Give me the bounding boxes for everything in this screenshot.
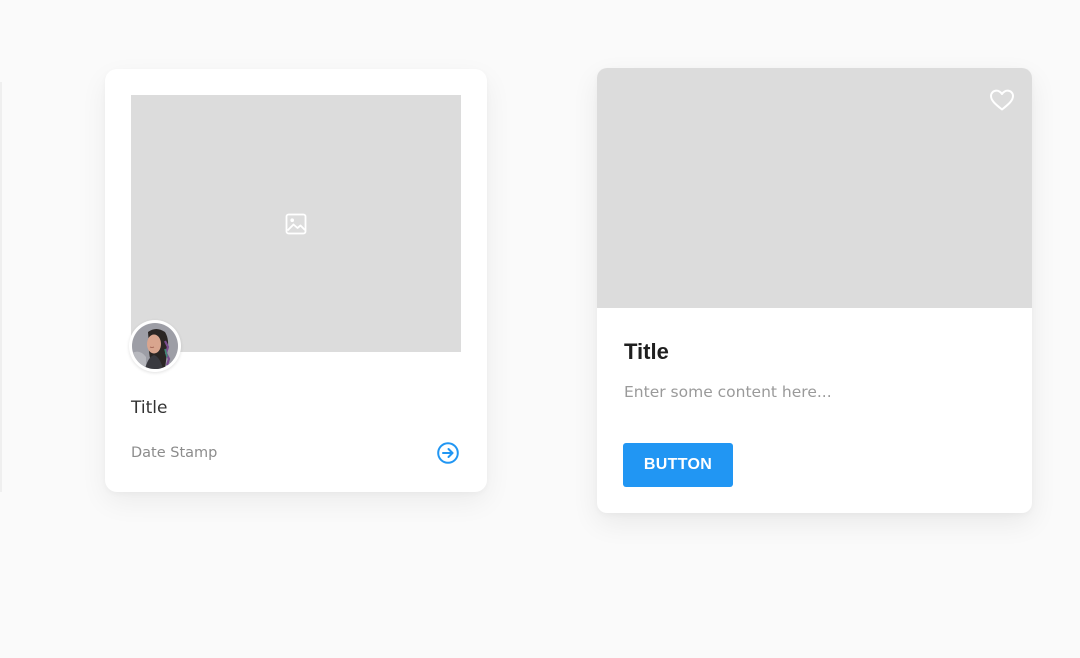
profile-card: Title Date Stamp — [105, 69, 487, 492]
offscreen-card-edge — [0, 82, 2, 492]
image-placeholder — [597, 68, 1032, 308]
card-content: Enter some content here... — [624, 383, 832, 401]
heart-icon[interactable] — [989, 88, 1015, 112]
card-title: Title — [624, 339, 669, 364]
content-card: Title Enter some content here... BUTTON — [597, 68, 1032, 513]
image-placeholder — [131, 95, 461, 352]
arrow-right-circle-icon[interactable] — [436, 441, 460, 465]
image-icon — [285, 213, 307, 235]
avatar — [129, 320, 181, 372]
card-title: Title — [131, 398, 168, 418]
card-button[interactable]: BUTTON — [623, 443, 733, 487]
date-stamp: Date Stamp — [131, 445, 218, 461]
